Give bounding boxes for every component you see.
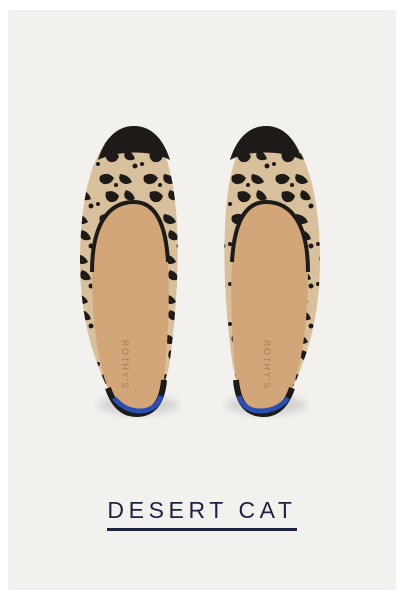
left-insole-logo: ROTHY'S — [120, 340, 130, 390]
right-shoe: ROTHY'S — [224, 126, 321, 418]
colorway-link[interactable]: DESERT CAT — [107, 497, 297, 531]
caption: DESERT CAT — [8, 497, 396, 531]
product-image[interactable]: ROTHY'S ROTHY'S — [8, 10, 396, 450]
left-shoe: ROTHY'S — [79, 126, 178, 418]
product-card[interactable]: ROTHY'S ROTHY'S DESERT CAT — [8, 10, 396, 590]
right-insole-logo: ROTHY'S — [262, 340, 272, 390]
